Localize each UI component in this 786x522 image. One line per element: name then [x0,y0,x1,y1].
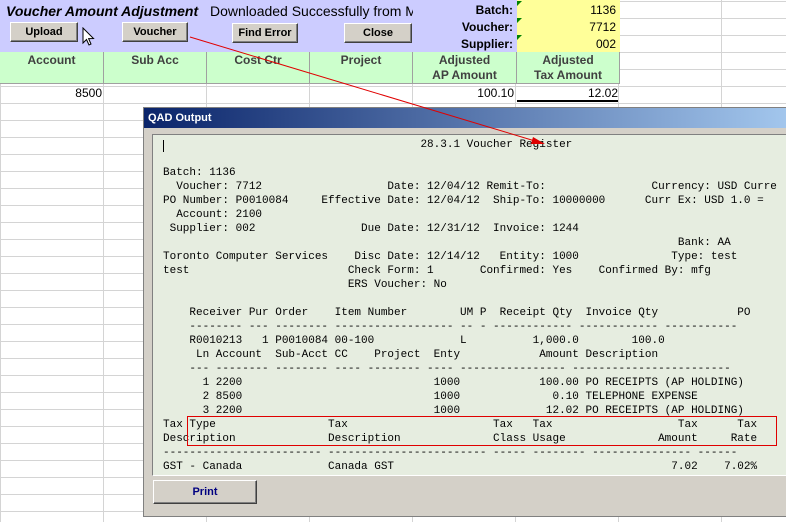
report-line: Toronto Computer Services Disc Date: 12/… [163,251,738,263]
column-header[interactable]: Adjusted AP Amount [413,52,517,84]
qad-output-window[interactable]: QAD Output 28.3.1 Voucher Register Batch… [143,107,786,517]
column-header-label: Project [340,53,382,67]
report-line: --- -------- -------- ---- -------- ----… [163,363,731,375]
batch-value[interactable]: 1136 [590,3,616,17]
column-header-label: Adjusted Tax Amount [534,53,602,82]
column-header[interactable]: Project [310,52,413,84]
report-line: 1 2200 1000 100.00 PO RECEIPTS (AP HOLDI… [163,377,744,389]
column-header-label: Account [27,53,76,67]
report-line: test Check Form: 1 Confirmed: Yes Confir… [163,265,711,277]
batch-label: Batch: [475,3,513,17]
report-line: 2 8500 1000 0.10 TELEPHONE EXPENSE [163,391,698,403]
highlight-box [187,416,777,446]
report-line: Bank: AA [163,237,731,249]
supplier-label: Supplier: [460,37,513,51]
report-line [163,292,777,306]
column-header[interactable]: Cost Ctr [207,52,310,84]
sheet-title: Voucher Amount Adjustment [6,3,199,19]
upload-button[interactable]: Upload [10,22,78,42]
report-output-area[interactable]: 28.3.1 Voucher Register Batch: 1136 Vouc… [152,134,786,476]
report-line: Ln Account Sub-Acct CC Project Enty Amou… [163,349,659,361]
tax-amount-cell[interactable]: 12.02 [517,86,618,102]
column-header-label: Sub Acc [131,53,179,67]
voucher-meta-labels: Batch: Voucher: Supplier: [413,0,517,52]
column-header[interactable]: Adjusted Tax Amount [517,52,620,84]
voucher-button[interactable]: Voucher [122,22,188,42]
comment-marker-icon [517,18,522,23]
report-line: Account: 2100 [163,209,263,221]
report-line: GST - Canada Canada GST 7.02 7.02% [163,461,758,473]
report-line: Voucher: 7712 Date: 12/04/12 Remit-To: C… [163,181,777,193]
ap-amount-cell[interactable]: 100.10 [413,86,514,102]
report-line: PO Number: P0010084 Effective Date: 12/0… [163,195,764,207]
download-status: Downloaded Successfully from MFG [210,3,415,19]
column-header[interactable]: Sub Acc [104,52,207,84]
close-button[interactable]: Close [344,23,412,43]
voucher-meta-values[interactable]: 1136 7712 002 [517,0,620,52]
report-line: -------- --- -------- ------------------… [163,321,738,333]
report-line: ------------------------ ---------------… [163,447,738,459]
find-error-button[interactable]: Find Error [232,23,298,43]
column-header-label: Adjusted AP Amount [432,53,497,82]
report-line [163,152,777,166]
comment-marker-icon [517,1,522,6]
report-line: Receiver Pur Order Item Number UM P Rece… [163,307,751,319]
print-button[interactable]: Print [153,480,257,504]
report-line: Supplier: 002 Due Date: 12/31/12 Invoice… [163,223,579,235]
account-cell[interactable]: 8500 [0,86,102,102]
mouse-cursor-icon [82,27,95,46]
report-line: Batch: 1136 [163,167,236,179]
report-line: R0010213 1 P0010084 00-100 L 1,000.0 100… [163,335,665,347]
voucher-value[interactable]: 7712 [589,20,616,34]
voucher-label: Voucher: [461,20,513,34]
report-line: 28.3.1 Voucher Register [163,139,573,151]
report-line: ERS Voucher: No [163,279,447,291]
column-header-label: Cost Ctr [234,53,282,67]
supplier-value[interactable]: 002 [596,37,616,51]
column-header-row: Account Sub Acc Cost Ctr Project Adjuste… [0,52,620,84]
comment-marker-icon [517,35,522,40]
column-header[interactable]: Account [0,52,104,84]
qad-titlebar[interactable]: QAD Output [144,108,786,128]
